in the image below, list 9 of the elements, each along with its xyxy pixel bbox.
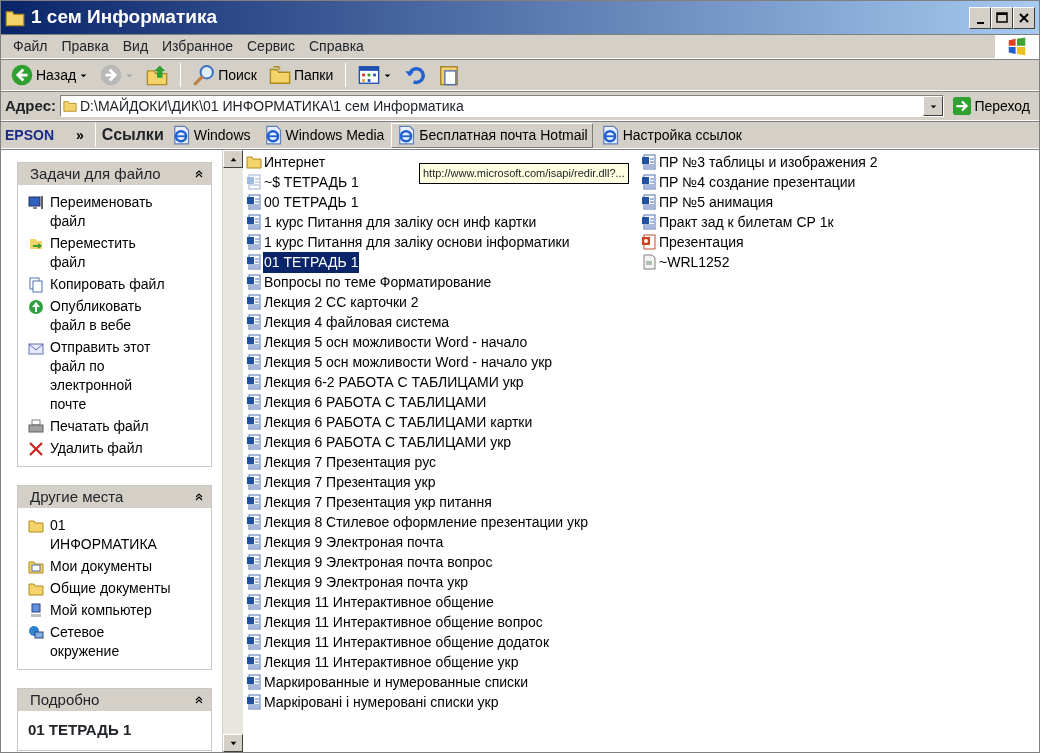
window-title: 1 сем Информатика — [31, 5, 218, 30]
brand-label: EPSON — [5, 125, 55, 145]
panel-title: Задачи для файло — [30, 163, 161, 184]
tooltip: http://www.microsoft.com/isapi/redir.dll?... — [419, 163, 629, 184]
panel-title: Другие места — [30, 486, 124, 507]
address-label: Адрес: — [5, 95, 56, 116]
panel-title: Подробно — [30, 689, 100, 710]
detail-name: 01 ТЕТРАДЬ 1 — [28, 720, 133, 740]
links-label: Ссылки — [101, 125, 164, 145]
